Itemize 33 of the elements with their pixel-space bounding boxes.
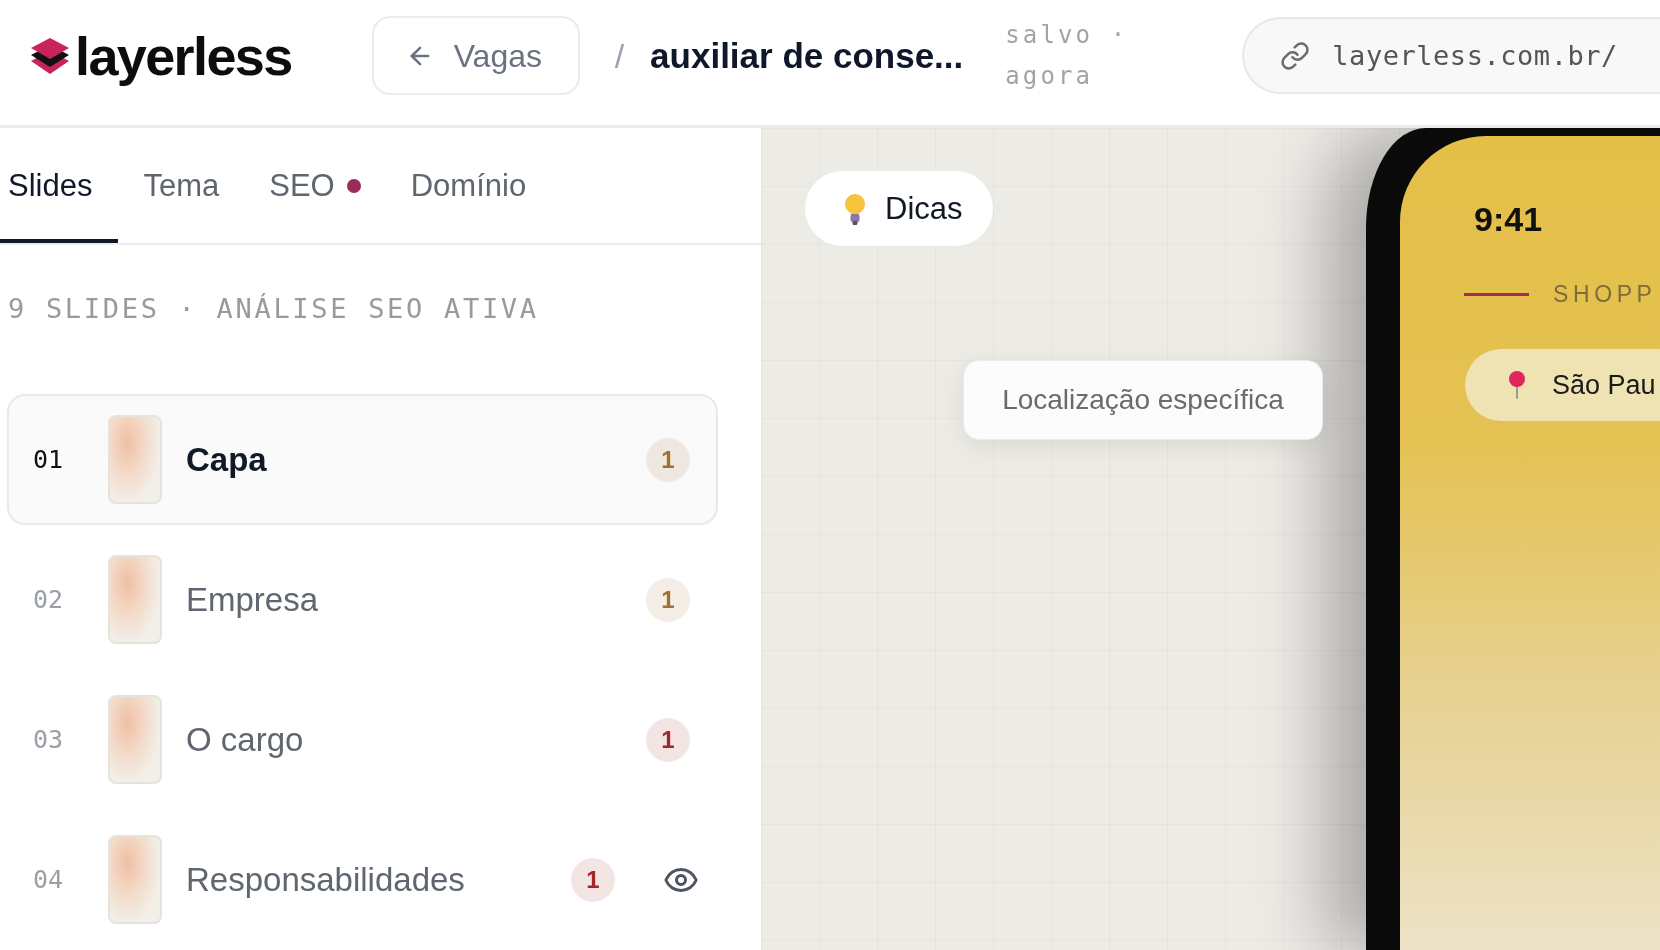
tab[interactable]: SEO xyxy=(244,128,386,243)
tab[interactable]: Slides xyxy=(0,128,119,243)
issue-count: 1 xyxy=(646,717,690,762)
tooltip: Localização específica xyxy=(963,360,1323,440)
issue-count: 1 xyxy=(646,577,690,622)
section-label: SHOPP xyxy=(1553,280,1657,309)
location-text: São Pau xyxy=(1552,371,1656,399)
url-link[interactable]: layerless.com.br/ xyxy=(1242,17,1660,94)
status-time: 9:41 xyxy=(1474,201,1544,237)
issue-count: 1 xyxy=(646,437,690,482)
slide-title: O cargo xyxy=(186,723,305,756)
slides-summary: 9 SLIDES · ANÁLISE SEO ATIVA xyxy=(7,293,540,325)
tips-button[interactable]: Dicas xyxy=(805,171,993,246)
save-status: salvo · agora xyxy=(1005,19,1130,92)
slide-number: 03 xyxy=(33,727,65,752)
tab[interactable]: Domínio xyxy=(385,128,552,243)
slide-number: 01 xyxy=(33,447,65,472)
accent-line xyxy=(1464,292,1529,296)
slide-title: Responsabilidades xyxy=(186,863,466,896)
logo-icon xyxy=(30,36,70,75)
tab[interactable]: Tema xyxy=(118,128,245,243)
slide-item[interactable]: 01 Capa 1 xyxy=(7,394,718,525)
slide-title: Capa xyxy=(186,443,268,476)
slide-number: 02 xyxy=(33,587,65,612)
back-button[interactable]: Vagas xyxy=(371,16,580,95)
slide-number: 04 xyxy=(33,867,65,892)
breadcrumb-separator: / xyxy=(614,38,625,73)
link-icon xyxy=(1280,40,1311,71)
issue-count: 1 xyxy=(571,857,615,902)
lightbulb-icon xyxy=(844,192,866,225)
slide-title: Empresa xyxy=(186,583,320,616)
document-title: auxiliar de conse... xyxy=(650,38,964,73)
pin-icon xyxy=(1508,371,1526,399)
